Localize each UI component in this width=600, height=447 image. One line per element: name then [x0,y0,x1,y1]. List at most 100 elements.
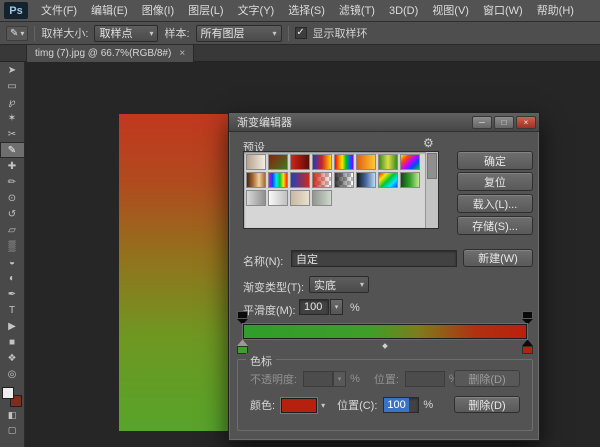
gradient-preset-12[interactable] [334,172,354,188]
new-button[interactable]: 新建(W) [463,249,533,267]
close-button[interactable]: × [516,116,536,129]
load-button[interactable]: 载入(L)... [457,194,533,213]
gradient-preset-4[interactable] [334,154,354,170]
preset-grid [246,154,422,226]
color-stop-right[interactable] [522,346,533,354]
hand-tool[interactable]: ❖ [0,350,25,366]
presets-scrollbar[interactable] [425,152,438,228]
gradient-preset-10[interactable] [290,172,310,188]
gradient-preset-6[interactable] [378,154,398,170]
type-tool[interactable]: T [0,302,25,318]
gradient-preset-13[interactable] [356,172,376,188]
menu-item-10[interactable]: 帮助(H) [530,0,581,22]
path-selection-tool[interactable]: ▶ [0,318,25,334]
gradient-preset-3[interactable] [312,154,332,170]
stops-label: 色标 [246,353,276,369]
screen-mode-button[interactable]: ▢ [0,423,25,438]
gradient-preset-18[interactable] [290,190,310,206]
menu-item-9[interactable]: 窗口(W) [476,0,530,22]
gradient-preset-9[interactable] [268,172,288,188]
percent-label: % [350,302,360,314]
shape-tool[interactable]: ■ [0,334,25,350]
history-brush-tool[interactable]: ↺ [0,206,25,222]
gradient-preset-5[interactable] [356,154,376,170]
opacity-stop-left[interactable] [237,311,248,319]
gradient-type-select[interactable]: 实底 ▾ [309,276,369,293]
gradient-preset-14[interactable] [378,172,398,188]
document-tab[interactable]: timg (7).jpg @ 66.7%(RGB/8#) × [26,45,194,62]
clone-stamp-tool[interactable]: ⊙ [0,190,25,206]
lasso-tool[interactable]: ℘ [0,94,25,110]
stop-color-swatch[interactable] [281,398,317,413]
smoothness-dropdown[interactable]: ▾ [330,299,343,315]
maximize-button[interactable]: □ [494,116,514,129]
stops-section: 色标 不透明度: ▾ % 位置: % 删除(D) 颜色: ▾ 位置(C): 10… [237,359,533,431]
gradient-preset-0[interactable] [246,154,266,170]
gradient-preset-17[interactable] [268,190,288,206]
gradient-preset-15[interactable] [400,172,420,188]
menu-item-0[interactable]: 文件(F) [34,0,84,22]
quick-selection-tool[interactable]: ✶ [0,110,25,126]
gradient-preset-fill [335,173,353,187]
eyedropper-tool[interactable]: ✎ [0,142,25,158]
smoothness-value: 100 [304,301,322,313]
zoom-tool[interactable]: ◎ [0,366,25,382]
sample-select[interactable]: 所有图层 ▾ [196,25,282,42]
menu-item-5[interactable]: 选择(S) [281,0,332,22]
gradient-preset-fill [247,155,265,169]
show-sampling-ring-checkbox[interactable]: ✓ [295,27,307,39]
gradient-preset-fill [379,173,397,187]
tool-preset-picker[interactable]: ✎ ▾ [6,26,28,41]
pen-tool[interactable]: ✒ [0,286,25,302]
crop-tool[interactable]: ✂ [0,126,25,142]
save-button[interactable]: 存储(S)... [457,216,533,235]
midpoint-diamond[interactable] [381,342,389,350]
gradient-preset-16[interactable] [246,190,266,206]
foreground-color-swatch[interactable] [2,387,14,399]
gradient-preset-11[interactable] [312,172,332,188]
quick-mask-button[interactable]: ◧ [0,408,25,423]
color-position-input[interactable]: 100 [383,397,419,413]
separator [288,26,289,41]
gradient-tool[interactable]: ▒ [0,238,25,254]
delete-color-stop-button[interactable]: 删除(D) [454,396,520,413]
ok-button[interactable]: 确定 [457,151,533,170]
options-bar: ✎ ▾ 取样大小: 取样点 ▾ 样本: 所有图层 ▾ ✓ 显示取样环 [0,22,600,45]
gradient-preset-1[interactable] [268,154,288,170]
gear-icon[interactable]: ⚙ [423,136,434,150]
gradient-preset-8[interactable] [246,172,266,188]
gradient-preset-fill [313,155,331,169]
menu-item-2[interactable]: 图像(I) [135,0,181,22]
move-tool[interactable]: ➤ [0,62,25,78]
healing-brush-tool[interactable]: ✚ [0,158,25,174]
eraser-tool[interactable]: ▱ [0,222,25,238]
checkmark-icon: ✓ [296,28,304,38]
rectangular-marquee-tool[interactable]: ▭ [0,78,25,94]
menu-item-7[interactable]: 3D(D) [382,0,425,22]
scrollbar-thumb[interactable] [427,153,437,179]
blur-tool[interactable]: ◒ [0,254,25,270]
menu-item-1[interactable]: 编辑(E) [84,0,135,22]
tools-list: ➤▭℘✶✂✎✚✏⊙↺▱▒◒◐✒T▶■❖◎ [0,62,25,382]
sample-size-select[interactable]: 取样点 ▾ [94,25,158,42]
menu-item-3[interactable]: 图层(L) [181,0,230,22]
gradient-preset-19[interactable] [312,190,332,206]
menu-item-8[interactable]: 视图(V) [425,0,476,22]
gradient-preview-bar[interactable] [243,324,527,339]
smoothness-input[interactable]: 100 [299,299,329,315]
menu-item-6[interactable]: 滤镜(T) [332,0,382,22]
gradient-preset-2[interactable] [290,154,310,170]
gradient-preset-fill [401,173,419,187]
gradient-preset-7[interactable] [400,154,420,170]
tab-close-button[interactable]: × [179,48,185,59]
dodge-tool[interactable]: ◐ [0,270,25,286]
gradient-editor-dialog: 渐变编辑器 ─ □ × 预设 ⚙ 确定 复位 载入(L)... 存储(S)...… [228,112,540,441]
reset-button[interactable]: 复位 [457,172,533,191]
gradient-preset-fill [379,155,397,169]
menu-item-4[interactable]: 文字(Y) [231,0,282,22]
dialog-title-bar[interactable]: 渐变编辑器 ─ □ × [229,113,539,132]
opacity-stop-right[interactable] [522,311,533,319]
gradient-name-input[interactable]: 自定 [291,250,457,267]
minimize-button[interactable]: ─ [472,116,492,129]
brush-tool[interactable]: ✏ [0,174,25,190]
